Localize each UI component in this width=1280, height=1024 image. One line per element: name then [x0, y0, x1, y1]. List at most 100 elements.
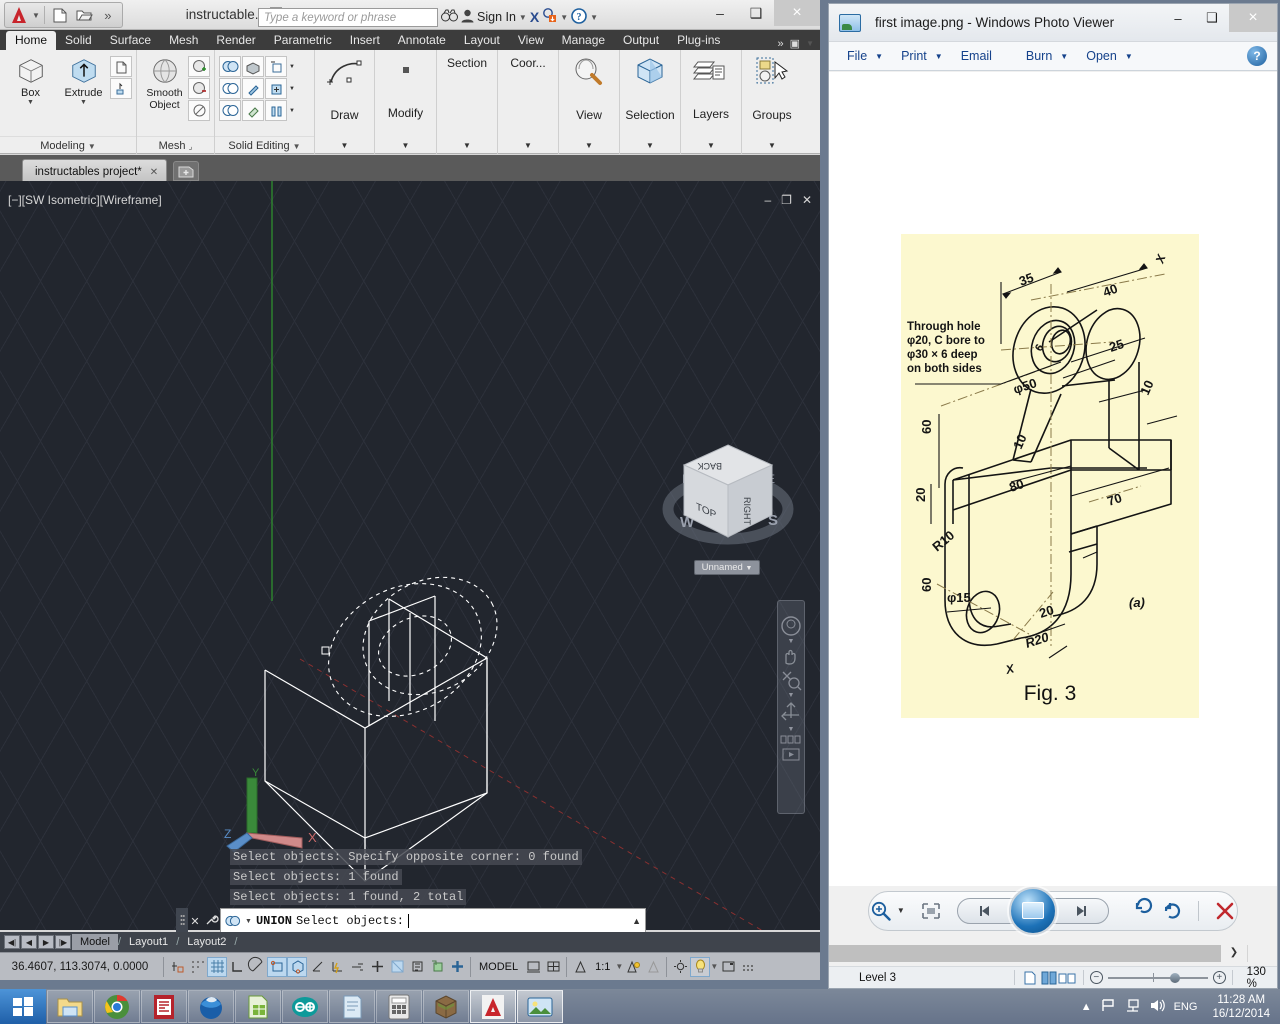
view-chevron-down-icon[interactable]: ▼ — [585, 141, 593, 150]
open-folder-icon[interactable] — [73, 5, 95, 25]
volume-icon[interactable] — [1149, 998, 1165, 1016]
snap-mode-icon[interactable] — [187, 957, 207, 977]
command-line-close-icon[interactable]: ✕ — [188, 915, 202, 928]
object-snap-tracking-icon[interactable] — [307, 957, 327, 977]
orbit-icon[interactable] — [780, 701, 802, 725]
taskbar-item-calculator[interactable] — [376, 990, 422, 1023]
single-page-view-icon[interactable] — [1021, 970, 1040, 986]
viewport-label[interactable]: [−][SW Isometric][Wireframe] — [8, 193, 162, 207]
displayed-image[interactable]: 35 40 25 10 φ50 60 20 10 R10 60 80 70 20… — [901, 234, 1199, 718]
pan-hand-icon[interactable] — [780, 647, 802, 667]
command-line-customize-icon[interactable] — [202, 913, 220, 930]
zoom-chevron-down-icon[interactable]: ▼ — [788, 693, 795, 699]
3d-object-snap-icon[interactable] — [287, 957, 307, 977]
coordinate-readout[interactable]: 36.4607, 113.3074, 0.0000 — [0, 961, 160, 973]
search-binoculars-icon[interactable] — [441, 8, 458, 26]
tab-view[interactable]: View — [509, 31, 553, 50]
steering-wheel-icon[interactable] — [780, 615, 802, 637]
zoom-thumb[interactable] — [1170, 973, 1180, 983]
language-indicator[interactable]: ENG — [1174, 1001, 1198, 1013]
command-line[interactable]: ✕ ▼ UNION Select objects: ▲ — [176, 908, 646, 934]
tab-render[interactable]: Render — [207, 31, 264, 50]
annotation-scale-chevron-down-icon[interactable]: ▼ — [615, 962, 623, 971]
solid-row2-chevron-down-icon[interactable]: ▼ — [288, 86, 296, 92]
a360-chevron-down-icon[interactable]: ▼ — [560, 13, 568, 22]
scroll-right-icon[interactable]: ❯ — [1221, 945, 1247, 962]
menu-burn-chevron-down-icon[interactable]: ▼ — [1060, 52, 1078, 61]
view-name-dropdown[interactable]: Unnamed ▼ — [694, 560, 760, 575]
layers-chevron-down-icon[interactable]: ▼ — [707, 141, 715, 150]
menu-file-chevron-down-icon[interactable]: ▼ — [875, 52, 893, 61]
two-page-view-icon[interactable] — [1040, 970, 1059, 986]
zoom-button[interactable] — [869, 898, 893, 924]
viewport-close-icon[interactable]: ✕ — [802, 193, 812, 207]
modeling-chevron-down-icon[interactable]: ▼ — [88, 142, 96, 151]
draw-chevron-down-icon[interactable]: ▼ — [341, 141, 349, 150]
presspull-icon[interactable] — [110, 56, 132, 77]
mesh-expand-icon[interactable]: ⌟ — [189, 142, 193, 151]
tab-annotate[interactable]: Annotate — [389, 31, 455, 50]
zoom-extents-icon[interactable] — [780, 669, 802, 691]
taper-face-icon[interactable] — [242, 78, 264, 99]
model-space-label[interactable]: MODEL — [474, 961, 523, 973]
tab-parametric[interactable]: Parametric — [265, 31, 341, 50]
showmotion-tiles-icon[interactable] — [780, 735, 802, 746]
smooth-more-icon[interactable] — [188, 56, 210, 77]
menu-open-chevron-down-icon[interactable]: ▼ — [1125, 52, 1143, 61]
pv-close-button[interactable]: × — [1229, 4, 1277, 32]
autodesk-360-icon[interactable] — [542, 8, 557, 26]
taskbar-item-arduino[interactable] — [282, 990, 328, 1023]
new-file-icon[interactable] — [49, 5, 71, 25]
extrude-face-icon[interactable] — [242, 56, 264, 77]
autoscale-icon[interactable] — [643, 957, 663, 977]
smooth-less-icon[interactable] — [188, 78, 210, 99]
workspace-switching-icon[interactable] — [670, 957, 690, 977]
play-slideshow-button[interactable] — [1009, 887, 1057, 935]
clock[interactable]: 11:28 AM 16/12/2014 — [1206, 993, 1270, 1021]
pv-maximize-button[interactable]: ❑ — [1195, 4, 1229, 32]
polar-tracking-icon[interactable] — [247, 957, 267, 977]
hardware-acceleration-icon[interactable] — [690, 957, 710, 977]
viewport-restore-icon[interactable]: ❐ — [781, 193, 792, 207]
menu-print-chevron-down-icon[interactable]: ▼ — [935, 52, 953, 61]
ribbon-minimize-icon[interactable]: ▣ — [790, 37, 800, 50]
union-command-icon[interactable] — [225, 915, 241, 927]
status-bar-menu-icon[interactable] — [738, 957, 758, 977]
transparency-icon[interactable] — [387, 957, 407, 977]
annotation-scale-icon[interactable] — [570, 957, 590, 977]
modify-chevron-down-icon[interactable]: ▼ — [402, 141, 410, 150]
selection-chevron-down-icon[interactable]: ▼ — [646, 141, 654, 150]
no-smooth-icon[interactable] — [188, 100, 210, 121]
command-history-chevron-up-icon[interactable]: ▲ — [632, 916, 641, 926]
command-icon-chevron-down-icon[interactable]: ▼ — [245, 918, 252, 925]
sweep-icon[interactable] — [110, 78, 132, 99]
pv-minimize-button[interactable]: – — [1161, 4, 1195, 32]
tab-manage[interactable]: Manage — [553, 31, 614, 50]
clean-screen-icon[interactable] — [718, 957, 738, 977]
box-chevron-down-icon[interactable]: ▼ — [27, 99, 34, 106]
ribbon-chevron-down-icon[interactable]: ▼ — [806, 39, 814, 48]
layout-last-button[interactable]: |▶ — [55, 935, 71, 949]
qat-more-icon[interactable]: » — [97, 5, 119, 25]
taskbar-item-google-chrome[interactable] — [94, 990, 140, 1023]
extrude-chevron-down-icon[interactable]: ▼ — [80, 99, 87, 106]
menu-open[interactable]: Open — [1080, 46, 1123, 66]
menu-file[interactable]: File — [841, 46, 873, 66]
taskbar-item-notepad[interactable] — [329, 990, 375, 1023]
menu-email[interactable]: Email — [955, 46, 998, 66]
box-button[interactable]: Box ▼ — [4, 54, 57, 106]
taskbar-item-thunderbird[interactable] — [188, 990, 234, 1023]
new-file-tab-button[interactable] — [173, 161, 199, 181]
command-input[interactable]: ▼ UNION Select objects: ▲ — [220, 908, 646, 934]
acad-minimize-button[interactable]: – — [702, 0, 738, 26]
taskbar-item-autocad[interactable] — [470, 990, 516, 1023]
layout-prev-button[interactable]: ◀ — [21, 935, 37, 949]
annotation-scale-value[interactable]: 1:1 — [590, 961, 615, 973]
action-center-flag-icon[interactable] — [1101, 998, 1116, 1016]
previous-image-button[interactable] — [957, 898, 1015, 924]
tab-mesh[interactable]: Mesh — [160, 31, 207, 50]
layout-tab-layout2[interactable]: Layout2 — [179, 934, 234, 950]
taskbar-item-minecraft[interactable] — [423, 990, 469, 1023]
ortho-mode-icon[interactable] — [227, 957, 247, 977]
command-line-drag-handle[interactable] — [176, 908, 188, 934]
